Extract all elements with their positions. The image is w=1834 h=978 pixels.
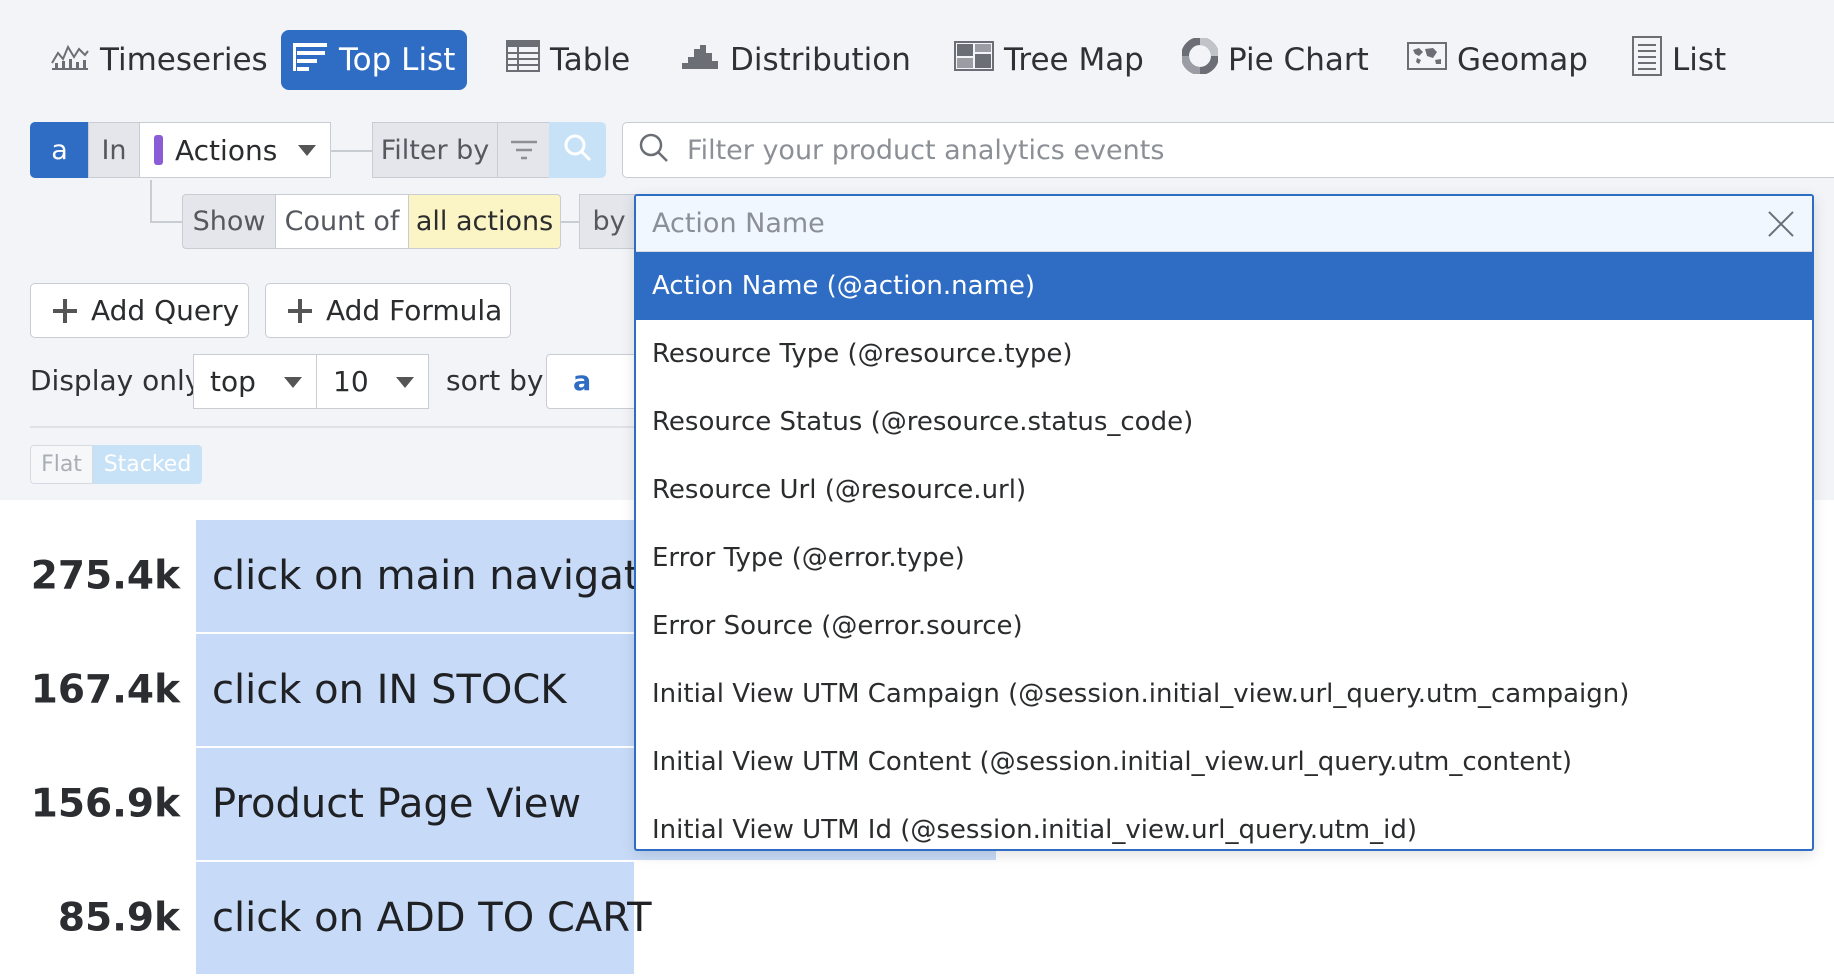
- filter-by-label: Filter by: [372, 122, 498, 178]
- query-letter[interactable]: a: [30, 122, 89, 178]
- by-label: by: [579, 194, 639, 249]
- facet-option[interactable]: Initial View UTM Content (@session.initi…: [636, 728, 1812, 796]
- facet-option[interactable]: Resource Url (@resource.url): [636, 456, 1812, 524]
- tab-tree-map[interactable]: Tree Map: [942, 30, 1156, 90]
- top-list-label: click on IN STOCK: [212, 667, 567, 713]
- tree-connector: [150, 221, 184, 223]
- list-icon: [1632, 36, 1662, 84]
- show-label: Show: [182, 194, 276, 249]
- tab-distribution[interactable]: Distribution: [668, 30, 923, 90]
- top-list-value: 275.4k: [30, 553, 180, 599]
- top-list-label: click on ADD TO CART: [212, 895, 652, 941]
- table-icon: [506, 40, 540, 80]
- sort-by-select[interactable]: a: [546, 354, 636, 409]
- tab-tree-map-label: Tree Map: [1004, 42, 1144, 78]
- tab-distribution-label: Distribution: [730, 42, 911, 78]
- facet-option[interactable]: Error Type (@error.type): [636, 524, 1812, 592]
- sort-by-label: sort by: [446, 364, 544, 397]
- chevron-down-icon: [396, 377, 414, 388]
- top-list-label: Product Page View: [212, 781, 582, 827]
- filter-icon[interactable]: [497, 122, 550, 178]
- chevron-down-icon: [284, 377, 302, 388]
- tab-geomap[interactable]: Geomap: [1395, 30, 1600, 90]
- facet-option[interactable]: Error Source (@error.source): [636, 592, 1812, 660]
- group-by-dropdown: Action Name (@action.name)Resource Type …: [634, 194, 1814, 851]
- facet-option[interactable]: Initial View UTM Id (@session.initial_vi…: [636, 796, 1812, 849]
- chevron-down-icon: [298, 145, 316, 156]
- facet-option[interactable]: Resource Status (@resource.status_code): [636, 388, 1812, 456]
- facet-search-input[interactable]: [652, 208, 1652, 239]
- facet-option[interactable]: Action Name (@action.name): [636, 252, 1812, 320]
- flat-toggle[interactable]: Flat: [30, 445, 93, 484]
- geomap-icon: [1407, 42, 1447, 78]
- top-list-value: 156.9k: [30, 781, 180, 827]
- add-query-label: Add Query: [91, 294, 240, 327]
- tab-pie-chart[interactable]: Pie Chart: [1170, 30, 1381, 90]
- facet-option[interactable]: Resource Type (@resource.type): [636, 320, 1812, 388]
- limit-value: 10: [333, 365, 369, 398]
- treemap-icon: [954, 41, 994, 79]
- search-icon: [564, 134, 592, 166]
- tab-geomap-label: Geomap: [1457, 42, 1588, 78]
- section-divider: [30, 426, 650, 428]
- in-label: In: [88, 122, 140, 178]
- limit-select[interactable]: 10: [316, 354, 429, 409]
- search-mode-button[interactable]: [549, 122, 606, 178]
- add-formula-button[interactable]: Add Formula: [265, 283, 511, 338]
- facet-option[interactable]: Initial View UTM Campaign (@session.init…: [636, 660, 1812, 728]
- tab-top-list[interactable]: Top List: [281, 30, 468, 90]
- connector-line: [561, 221, 580, 223]
- top-bottom-value: top: [210, 365, 256, 398]
- data-source-value: Actions: [175, 133, 278, 167]
- add-query-button[interactable]: Add Query: [30, 283, 249, 338]
- tree-connector: [150, 180, 152, 222]
- piechart-icon: [1181, 37, 1219, 82]
- source-color-marker: [154, 135, 163, 165]
- facet-options-list: Action Name (@action.name) Resource Type …: [636, 252, 1812, 849]
- aggregation-select[interactable]: Count of: [275, 194, 409, 249]
- tab-top-list-label: Top List: [339, 42, 456, 78]
- event-filter-search[interactable]: [622, 122, 1834, 178]
- plus-icon: [288, 298, 312, 323]
- tab-pie-chart-label: Pie Chart: [1228, 42, 1369, 78]
- tab-timeseries[interactable]: Timeseries: [38, 30, 280, 90]
- data-source-select[interactable]: Actions: [139, 122, 331, 178]
- top-list-value: 85.9k: [57, 895, 180, 941]
- timeseries-icon: [50, 41, 90, 79]
- close-icon[interactable]: [1766, 209, 1796, 239]
- toplist-icon: [293, 41, 329, 79]
- plus-icon: [53, 298, 77, 323]
- search-icon: [639, 133, 669, 167]
- distribution-icon: [680, 41, 720, 79]
- tab-list-label: List: [1672, 42, 1727, 78]
- top-list-value: 167.4k: [30, 667, 180, 713]
- stacked-toggle[interactable]: Stacked: [93, 445, 202, 484]
- connector-line: [331, 150, 373, 152]
- display-only-label: Display only: [30, 364, 202, 397]
- search-input[interactable]: [687, 134, 1387, 166]
- tab-table-label: Table: [550, 42, 631, 78]
- top-bottom-select[interactable]: top: [193, 354, 317, 409]
- measure-select[interactable]: all actions: [408, 194, 561, 249]
- tab-table[interactable]: Table: [494, 30, 642, 90]
- tab-timeseries-label: Timeseries: [100, 42, 268, 78]
- add-formula-label: Add Formula: [326, 294, 503, 327]
- dropdown-search: [636, 196, 1812, 252]
- tab-list[interactable]: List: [1620, 30, 1738, 90]
- top-list-label: click on main navigatio: [212, 553, 676, 599]
